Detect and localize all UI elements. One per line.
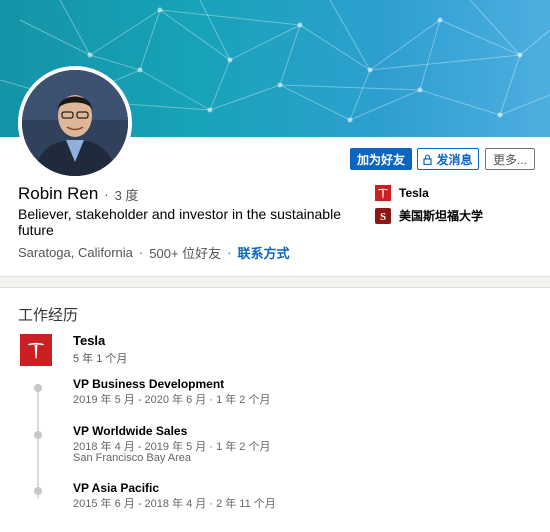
org-tesla-name: Tesla [399,186,429,200]
message-button[interactable]: 发消息 [417,148,479,170]
timeline-dot [34,487,42,495]
connections-count[interactable]: 500+ 位好友 [149,243,221,262]
company-duration: 5 年 1 个月 [73,353,128,365]
tesla-logo-icon [28,342,44,359]
profile-top-card: 加为好友 发消息 更多... Robin Ren · 3 度 Believer,… [0,0,550,277]
profile-location: Saratoga, California [18,245,133,260]
company-name[interactable]: Tesla [73,333,105,348]
org-stanford-name: 美国斯坦福大学 [399,209,484,223]
connection-degree: 3 度 [114,187,139,203]
svg-text:S: S [380,211,386,223]
profile-location-line: Saratoga, California · 500+ 位好友 · 联系方式 [18,243,290,262]
role-dates: 2015 年 6 月 - 2018 年 4 月 · 2 年 11 个月 [73,498,276,510]
org-stanford[interactable]: S 美国斯坦福大学 [375,207,483,224]
timeline-line [37,384,39,499]
profile-name-line: Robin Ren · 3 度 [18,184,139,203]
tesla-company-logo[interactable] [20,334,52,366]
role-title[interactable]: VP Asia Pacific [73,481,159,495]
role-dates: 2019 年 5 月 - 2020 年 6 月 · 1 年 2 个月 [73,394,271,406]
section-title: 工作经历 [18,307,79,324]
experience-section: 工作经历 Tesla 5 年 1 个月 VP Business Developm… [0,287,550,532]
stanford-logo-icon: S [375,207,391,224]
contact-info-link[interactable]: 联系方式 [238,243,290,262]
connect-button[interactable]: 加为好友 [350,148,412,170]
profile-headline: Believer, stakeholder and investor in th… [18,206,341,238]
profile-avatar[interactable] [18,66,132,180]
tesla-logo-icon [375,185,391,201]
more-button[interactable]: 更多... [485,148,535,170]
org-tesla[interactable]: Tesla [375,185,429,201]
role-title[interactable]: VP Worldwide Sales [73,424,187,438]
avatar-photo [22,70,128,176]
role-title[interactable]: VP Business Development [73,377,224,391]
role-location: San Francisco Bay Area [73,452,192,464]
lock-icon [423,154,433,165]
profile-name: Robin Ren [18,184,99,203]
timeline-dot [34,384,42,392]
timeline-dot [34,431,42,439]
message-button-label: 发消息 [436,152,473,167]
